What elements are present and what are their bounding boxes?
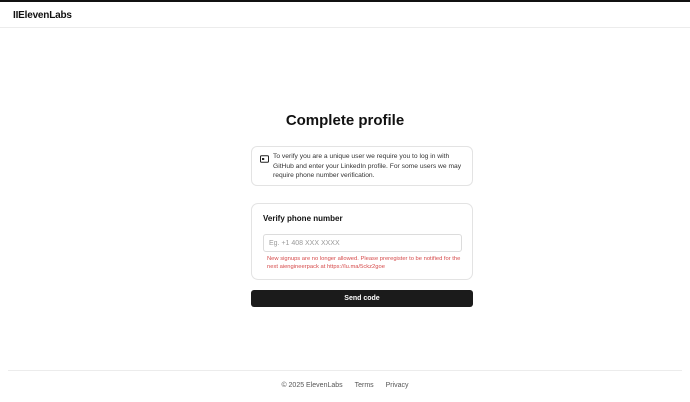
verification-info-text: To verify you are a unique user we requi…	[273, 153, 462, 180]
footer-divider	[8, 370, 682, 371]
verification-info-card: To verify you are a unique user we requi…	[251, 146, 473, 186]
privacy-link[interactable]: Privacy	[386, 382, 409, 389]
signup-error-message: New signups are no longer allowed. Pleas…	[267, 256, 461, 270]
elevenlabs-logo[interactable]: IIElevenLabs	[13, 10, 72, 21]
terms-link[interactable]: Terms	[355, 382, 374, 389]
send-code-button[interactable]: Send code	[251, 290, 473, 307]
phone-number-input[interactable]	[263, 234, 462, 252]
page-title: Complete profile	[285, 112, 405, 129]
phone-verification-card: Verify phone number New signups are no l…	[251, 203, 473, 280]
header: IIElevenLabs	[0, 2, 690, 28]
id-card-icon	[260, 155, 269, 163]
footer: © 2025 ElevenLabs Terms Privacy	[0, 382, 690, 389]
phone-card-title: Verify phone number	[263, 214, 343, 223]
copyright-text: © 2025 ElevenLabs	[281, 382, 343, 389]
